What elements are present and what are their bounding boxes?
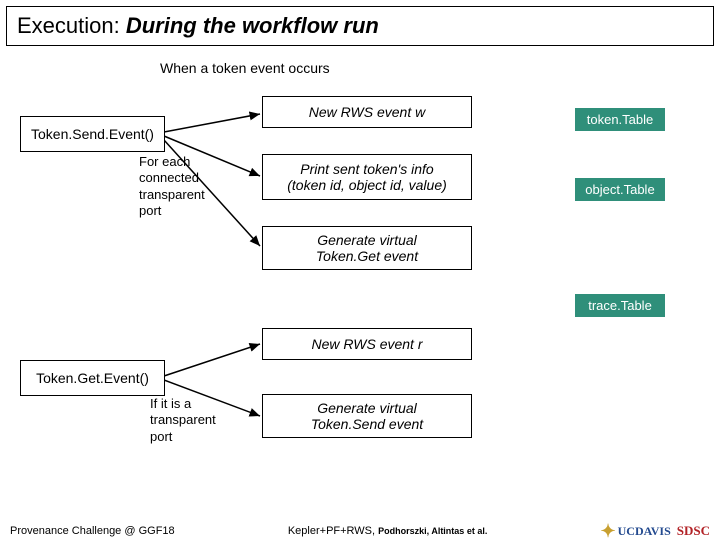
title-emph: During the workflow run bbox=[126, 13, 379, 38]
new-rws-w-box: New RWS event w bbox=[262, 96, 472, 128]
trace-table-tag: trace.Table bbox=[575, 294, 665, 317]
sdsc-logo: SDSC bbox=[677, 523, 710, 539]
subtitle: When a token event occurs bbox=[160, 60, 720, 76]
diagram-canvas: Token.Send.Event() For eachconnectedtran… bbox=[0, 76, 720, 506]
cite-main: Kepler+PF+RWS, bbox=[288, 525, 375, 537]
new-rws-r-box: New RWS event r bbox=[262, 328, 472, 360]
footer-cite: Kepler+PF+RWS, Podhorszki, Altintas et a… bbox=[288, 525, 487, 537]
print-info-box: Print sent token's info(token id, object… bbox=[262, 154, 472, 200]
gen-send-box: Generate virtualToken.Send event bbox=[262, 394, 472, 438]
ucdavis-icon: ✦ bbox=[601, 522, 616, 540]
ucdavis-text: UCDAVIS bbox=[618, 524, 671, 539]
cite-sub: Podhorszki, Altintas et al. bbox=[378, 526, 487, 536]
ucdavis-logo: ✦ UCDAVIS bbox=[601, 522, 671, 540]
footer: Provenance Challenge @ GGF18 Kepler+PF+R… bbox=[0, 522, 720, 540]
if-transparent-caption: If it is atransparentport bbox=[150, 396, 216, 445]
token-table-tag: token.Table bbox=[575, 108, 665, 131]
footer-left: Provenance Challenge @ GGF18 bbox=[10, 525, 175, 537]
token-get-event-box: Token.Get.Event() bbox=[20, 360, 165, 396]
footer-logos: ✦ UCDAVIS SDSC bbox=[601, 522, 710, 540]
title-plain: Execution: bbox=[17, 13, 126, 38]
token-send-event-box: Token.Send.Event() bbox=[20, 116, 165, 152]
gen-get-box: Generate virtualToken.Get event bbox=[262, 226, 472, 270]
object-table-tag: object.Table bbox=[575, 178, 665, 201]
title-bar: Execution: During the workflow run bbox=[6, 6, 714, 46]
for-each-caption: For eachconnectedtransparentport bbox=[139, 154, 205, 219]
